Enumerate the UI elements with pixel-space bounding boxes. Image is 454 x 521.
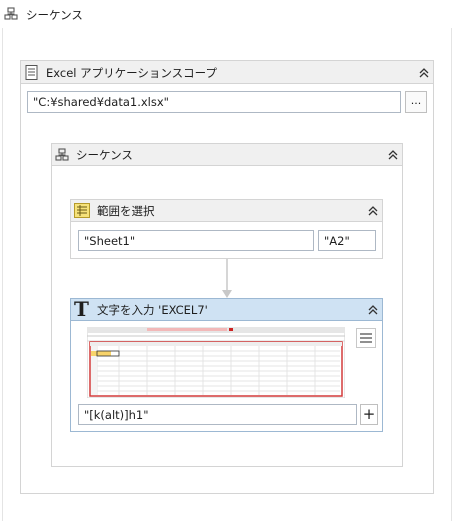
range-cell-value: "A2"	[324, 233, 350, 248]
sequence-icon	[55, 148, 69, 161]
collapse-icon[interactable]	[386, 148, 400, 162]
hamburger-menu-icon	[360, 333, 372, 343]
sheet-name-field[interactable]: "Sheet1"	[78, 230, 314, 251]
collapse-icon[interactable]	[417, 66, 431, 80]
outer-sequence-title: シーケンス	[26, 8, 83, 22]
range-cell-field[interactable]: "A2"	[318, 230, 376, 251]
text-input-value: "[k(alt)]h1"	[84, 407, 149, 422]
type-into-icon: T	[74, 297, 89, 321]
type-into-title: 文字を入力 'EXCEL7'	[97, 303, 208, 317]
excel-scope-title: Excel アプリケーションスコープ	[46, 66, 217, 80]
select-range-header[interactable]: 範囲を選択	[71, 200, 382, 222]
outer-sequence-header[interactable]: シーケンス	[0, 0, 454, 28]
browse-button[interactable]: ...	[405, 91, 427, 113]
range-select-icon	[74, 203, 90, 218]
flow-connector-arrow	[222, 259, 232, 298]
select-range-title: 範囲を選択	[97, 204, 155, 218]
add-argument-button[interactable]: +	[360, 404, 378, 425]
browse-label: ...	[410, 93, 422, 107]
add-icon: +	[362, 405, 376, 423]
target-menu-button[interactable]	[356, 328, 376, 348]
text-input-field[interactable]: "[k(alt)]h1"	[78, 404, 357, 425]
excel-scope-header[interactable]: Excel アプリケーションスコープ	[21, 61, 433, 84]
target-screenshot-thumbnail[interactable]	[87, 327, 345, 398]
sheet-name-value: "Sheet1"	[84, 233, 136, 248]
workbook-path-value: "C:¥shared¥data1.xlsx"	[33, 95, 169, 109]
sequence-icon	[4, 7, 18, 20]
inner-sequence-title: シーケンス	[76, 148, 133, 162]
collapse-icon[interactable]	[366, 204, 380, 218]
inner-sequence-header[interactable]: シーケンス	[52, 144, 402, 166]
type-into-header[interactable]: T 文字を入力 'EXCEL7'	[71, 297, 382, 321]
collapse-icon[interactable]	[366, 303, 380, 317]
workbook-path-field[interactable]: "C:¥shared¥data1.xlsx"	[27, 91, 401, 113]
document-icon	[25, 65, 38, 80]
